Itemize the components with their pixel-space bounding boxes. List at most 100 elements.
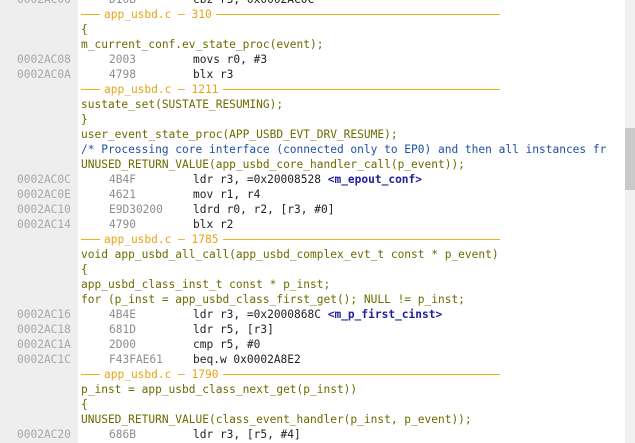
instruction-opcode: 686B: [109, 428, 136, 441]
instruction-mnemonic: blx r3: [193, 68, 234, 81]
instruction-mnemonic: ldr r3, =0x20008528: [193, 173, 328, 186]
source-code-line[interactable]: void app_usbd_all_call(app_usbd_complex_…: [0, 247, 625, 262]
instruction-address: 0002AC20: [17, 428, 71, 441]
source-comment-line[interactable]: /* Processing core interface (connected …: [0, 142, 625, 157]
source-file-location-link[interactable]: app_usbd.c — 310: [100, 7, 216, 22]
source-file-location-link[interactable]: app_usbd.c — 1790: [100, 367, 223, 382]
source-code-line[interactable]: user_event_state_proc(APP_USBD_EVT_DRV_R…: [0, 127, 625, 142]
source-file-location-link[interactable]: app_usbd.c — 1211: [100, 82, 223, 97]
instruction-address: 0002AC0A: [17, 68, 71, 81]
instruction-row[interactable]: 0002AC1A 2D00 cmp r5, #0: [0, 337, 625, 352]
instruction-opcode: 4B4E: [109, 308, 136, 321]
source-code-text: {: [81, 398, 88, 411]
instruction-text: blx r2: [193, 217, 233, 232]
symbol-link[interactable]: <m_epout_conf>: [328, 173, 422, 186]
instruction-opcode: 4621: [109, 188, 136, 201]
source-code-text: {: [81, 23, 88, 36]
source-file-separator[interactable]: app_usbd.c — 1211: [0, 82, 625, 97]
instruction-row[interactable]: 0002AC08 2003 movs r0, #3: [0, 52, 625, 67]
source-file-location-link[interactable]: app_usbd.c — 1785: [100, 232, 223, 247]
instruction-row[interactable]: 0002AC14 4790 blx r2: [0, 217, 625, 232]
instruction-mnemonic: cbz r3, 0x0002AC0C: [193, 0, 314, 6]
source-comment-text: /* Processing core interface (connected …: [81, 143, 607, 156]
instruction-text: mov r1, r4: [193, 187, 260, 202]
instruction-row[interactable]: 0002AC20 686B ldr r3, [r5, #4]: [0, 427, 625, 442]
instruction-opcode: 681D: [109, 323, 136, 336]
instruction-opcode: E9D30200: [109, 203, 163, 216]
instruction-mnemonic: blx r2: [193, 218, 234, 231]
instruction-address: 0002AC1C: [17, 353, 71, 366]
instruction-text: ldr r3, =0x20008528 <m_epout_conf>: [193, 172, 422, 187]
instruction-mnemonic: cmp r5, #0: [193, 338, 261, 351]
instruction-address: 0002AC0E: [17, 188, 71, 201]
instruction-opcode: 4798: [109, 68, 136, 81]
instruction-row[interactable]: 0002AC16 4B4E ldr r3, =0x2000868C <m_p_fir…: [0, 307, 625, 322]
instruction-address: 0002AC0C: [17, 173, 71, 186]
instruction-row[interactable]: 0002AC1C F43FAE61 beq.w 0x0002A8E2: [0, 352, 625, 367]
source-code-text: app_usbd_class_inst_t const * p_inst;: [81, 278, 331, 291]
source-code-line[interactable]: {: [0, 22, 625, 37]
source-file-separator[interactable]: app_usbd.c — 1790: [0, 367, 625, 382]
instruction-opcode: F43FAE61: [109, 353, 163, 366]
source-code-line[interactable]: }: [0, 112, 625, 127]
instruction-address: 0002AC08: [17, 53, 71, 66]
instruction-address: 0002AC10: [17, 203, 71, 216]
instruction-row[interactable]: 0002AC18 681D ldr r5, [r3]: [0, 322, 625, 337]
source-file-separator[interactable]: app_usbd.c — 310: [0, 7, 625, 22]
instruction-mnemonic: ldrd r0, r2, [r3, #0]: [193, 203, 335, 216]
source-code-line[interactable]: app_usbd_class_inst_t const * p_inst;: [0, 277, 625, 292]
instruction-text: ldr r5, [r3]: [193, 322, 274, 337]
instruction-mnemonic: ldr r3, [r5, #4]: [193, 428, 301, 441]
instruction-row[interactable]: 0002AC10 E9D30200 ldrd r0, r2, [r3, #0]: [0, 202, 625, 217]
instruction-row[interactable]: 0002AC0E 4621 mov r1, r4: [0, 187, 625, 202]
instruction-opcode: D10B: [109, 0, 136, 7]
source-code-text: user_event_state_proc(APP_USBD_EVT_DRV_R…: [81, 128, 398, 141]
instruction-row[interactable]: 0002AC0C 4B4F ldr r3, =0x20008528 <m_epout…: [0, 172, 625, 187]
instruction-address: 0002AC14: [17, 218, 71, 231]
disassembly-lines: 0002AC06D10Bcbz r3, 0x0002AC0Capp_usbd.c…: [0, 0, 625, 442]
instruction-address: 0002AC06: [17, 0, 71, 7]
source-code-text: sustate_set(SUSTATE_RESUMING);: [81, 98, 284, 111]
source-code-text: UNUSED_RETURN_VALUE(class_event_handler(…: [81, 413, 472, 426]
instruction-mnemonic: mov r1, r4: [193, 188, 261, 201]
instruction-text: ldr r3, [r5, #4]: [193, 427, 301, 442]
source-code-line[interactable]: m_current_conf.ev_state_proc(event);: [0, 37, 625, 52]
instruction-opcode: 4B4F: [109, 173, 136, 186]
instruction-text: cmp r5, #0: [193, 337, 260, 352]
instruction-mnemonic: movs r0, #3: [193, 53, 268, 66]
instruction-row[interactable]: 0002AC06 D10B cbz r3, 0x0002AC0C: [0, 0, 625, 7]
source-code-line[interactable]: sustate_set(SUSTATE_RESUMING);: [0, 97, 625, 112]
source-code-text: for (p_inst = app_usbd_class_first_get()…: [81, 293, 465, 306]
source-code-line[interactable]: for (p_inst = app_usbd_class_first_get()…: [0, 292, 625, 307]
disassembly-view: 0002AC06D10Bcbz r3, 0x0002AC0Capp_usbd.c…: [0, 0, 635, 443]
instruction-mnemonic: ldr r5, [r3]: [193, 323, 274, 336]
instruction-mnemonic: ldr r3, =0x2000868C: [193, 308, 328, 321]
source-code-line[interactable]: {: [0, 262, 625, 277]
vertical-scrollbar[interactable]: [625, 0, 635, 443]
source-code-text: m_current_conf.ev_state_proc(event);: [81, 38, 324, 51]
scrollbar-thumb[interactable]: [625, 128, 635, 190]
instruction-opcode: 2D00: [109, 338, 136, 351]
source-code-text: void app_usbd_all_call(app_usbd_complex_…: [81, 248, 499, 261]
source-code-text: p_inst = app_usbd_class_next_get(p_inst)…: [81, 383, 358, 396]
symbol-link[interactable]: <m_p_first_cinst>: [328, 308, 443, 321]
source-file-separator[interactable]: app_usbd.c — 1785: [0, 232, 625, 247]
instruction-opcode: 4790: [109, 218, 136, 231]
instruction-text: beq.w 0x0002A8E2: [193, 352, 301, 367]
source-code-text: }: [81, 113, 88, 126]
instruction-text: cbz r3, 0x0002AC0C: [193, 0, 314, 7]
instruction-text: ldr r3, =0x2000868C <m_p_first_cinst>: [193, 307, 442, 322]
instruction-text: ldrd r0, r2, [r3, #0]: [193, 202, 334, 217]
instruction-text: blx r3: [193, 67, 233, 82]
source-code-line[interactable]: {: [0, 397, 625, 412]
instruction-opcode: 2003: [109, 53, 136, 66]
source-code-text: {: [81, 263, 88, 276]
instruction-text: movs r0, #3: [193, 52, 267, 67]
source-code-line[interactable]: UNUSED_RETURN_VALUE(class_event_handler(…: [0, 412, 625, 427]
instruction-row[interactable]: 0002AC0A 4798 blx r3: [0, 67, 625, 82]
source-code-line[interactable]: UNUSED_RETURN_VALUE(app_usbd_core_handle…: [0, 157, 625, 172]
instruction-address: 0002AC1A: [17, 338, 71, 351]
instruction-address: 0002AC16: [17, 308, 71, 321]
instruction-address: 0002AC18: [17, 323, 71, 336]
source-code-line[interactable]: p_inst = app_usbd_class_next_get(p_inst)…: [0, 382, 625, 397]
